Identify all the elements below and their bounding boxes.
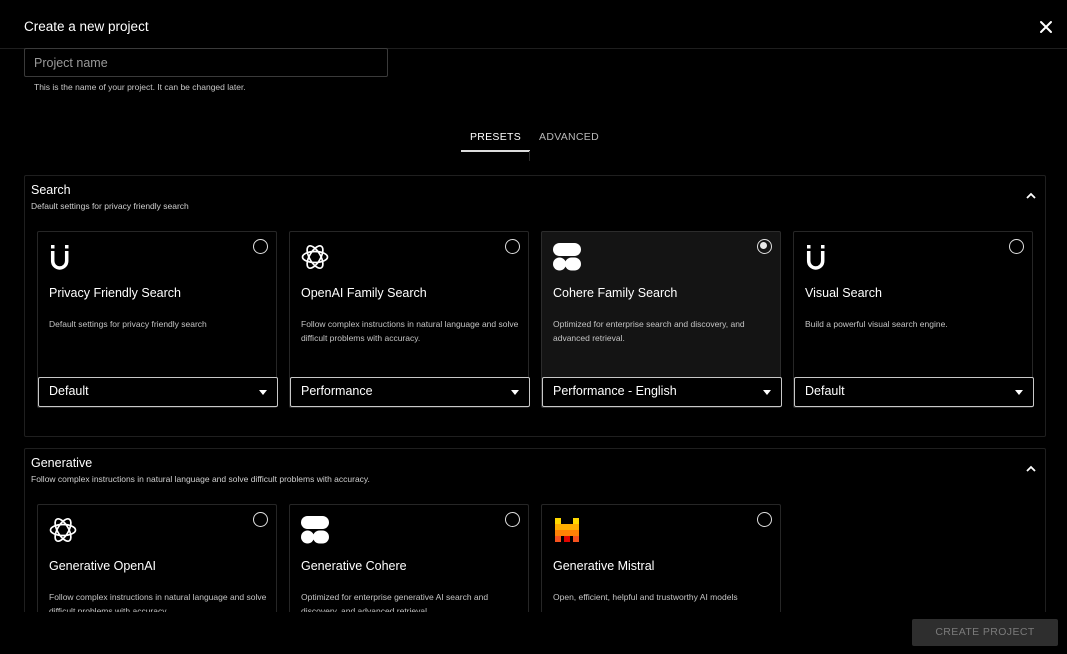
generative-section-title: Generative — [31, 456, 93, 470]
card-title: Generative OpenAI — [49, 559, 157, 573]
dialog-title: Create a new project — [24, 19, 149, 34]
openai-icon — [49, 517, 77, 543]
tab-bar: PRESETS ADVANCED — [461, 128, 608, 152]
magnet-icon — [50, 245, 69, 270]
tab-divider — [529, 151, 530, 161]
radio-button[interactable] — [757, 512, 772, 527]
card-description: Open, efficient, helpful and trustworthy… — [553, 592, 738, 602]
cohere-icon — [301, 516, 329, 544]
chevron-up-icon[interactable] — [1025, 191, 1037, 201]
radio-button[interactable] — [1009, 239, 1024, 254]
magnet-icon — [806, 245, 825, 270]
preset-card-visual-search[interactable]: Visual Search Build a powerful visual se… — [793, 231, 1034, 408]
card-title: OpenAI Family Search — [301, 286, 427, 300]
preset-card-openai-family-search[interactable]: OpenAI Family Search Follow complex inst… — [289, 231, 530, 408]
dropdown-caret-icon — [1015, 390, 1023, 395]
preset-select[interactable]: Performance — [290, 377, 530, 407]
search-section-subtitle: Default settings for privacy friendly se… — [31, 201, 189, 211]
preset-select[interactable]: Default — [38, 377, 278, 407]
radio-button[interactable] — [505, 512, 520, 527]
select-value: Performance — [301, 384, 373, 398]
dropdown-caret-icon — [763, 390, 771, 395]
dropdown-caret-icon — [259, 390, 267, 395]
card-title: Generative Cohere — [301, 559, 407, 573]
project-name-field[interactable] — [24, 48, 388, 77]
preset-select[interactable]: Performance - English — [542, 377, 782, 407]
card-description: Optimized for enterprise search and disc… — [553, 319, 745, 343]
card-description: Default settings for privacy friendly se… — [49, 319, 207, 329]
preset-card-cohere-family-search[interactable]: Cohere Family Search Optimized for enter… — [541, 231, 782, 408]
card-title: Visual Search — [805, 286, 882, 300]
openai-icon — [301, 244, 329, 270]
radio-button-selected[interactable] — [757, 239, 772, 254]
preset-select[interactable]: Default — [794, 377, 1034, 407]
close-icon[interactable] — [1035, 16, 1057, 38]
radio-button[interactable] — [253, 512, 268, 527]
dialog-header: Create a new project — [0, 0, 1067, 49]
preset-card-generative-openai[interactable]: Generative OpenAI Follow complex instruc… — [37, 504, 277, 619]
tab-advanced[interactable]: ADVANCED — [530, 128, 608, 152]
preset-card-generative-cohere[interactable]: Generative Cohere Optimized for enterpri… — [289, 504, 529, 619]
preset-card-privacy-friendly-search[interactable]: Privacy Friendly Search Default settings… — [37, 231, 278, 408]
project-name-input[interactable] — [25, 49, 387, 76]
mistral-icon — [555, 518, 579, 542]
dialog-footer — [0, 612, 1067, 654]
search-section: Search Default settings for privacy frie… — [24, 175, 1046, 437]
card-title: Generative Mistral — [553, 559, 655, 573]
create-project-button[interactable]: CREATE PROJECT — [912, 619, 1058, 646]
search-section-title: Search — [31, 183, 71, 197]
select-value: Default — [805, 384, 845, 398]
project-name-help: This is the name of your project. It can… — [34, 82, 246, 92]
card-description: Build a powerful visual search engine. — [805, 319, 948, 329]
tab-presets[interactable]: PRESETS — [461, 128, 530, 152]
card-description: Follow complex instructions in natural l… — [301, 319, 519, 343]
preset-card-generative-mistral[interactable]: Generative Mistral Open, efficient, help… — [541, 504, 781, 619]
cohere-icon — [553, 243, 581, 271]
select-value: Default — [49, 384, 89, 398]
dropdown-caret-icon — [511, 390, 519, 395]
radio-button[interactable] — [505, 239, 520, 254]
chevron-up-icon[interactable] — [1025, 464, 1037, 474]
generative-section: Generative Follow complex instructions i… — [24, 448, 1046, 628]
select-value: Performance - English — [553, 384, 677, 398]
radio-button[interactable] — [253, 239, 268, 254]
card-title: Cohere Family Search — [553, 286, 678, 300]
generative-section-subtitle: Follow complex instructions in natural l… — [31, 474, 370, 484]
card-title: Privacy Friendly Search — [49, 286, 181, 300]
